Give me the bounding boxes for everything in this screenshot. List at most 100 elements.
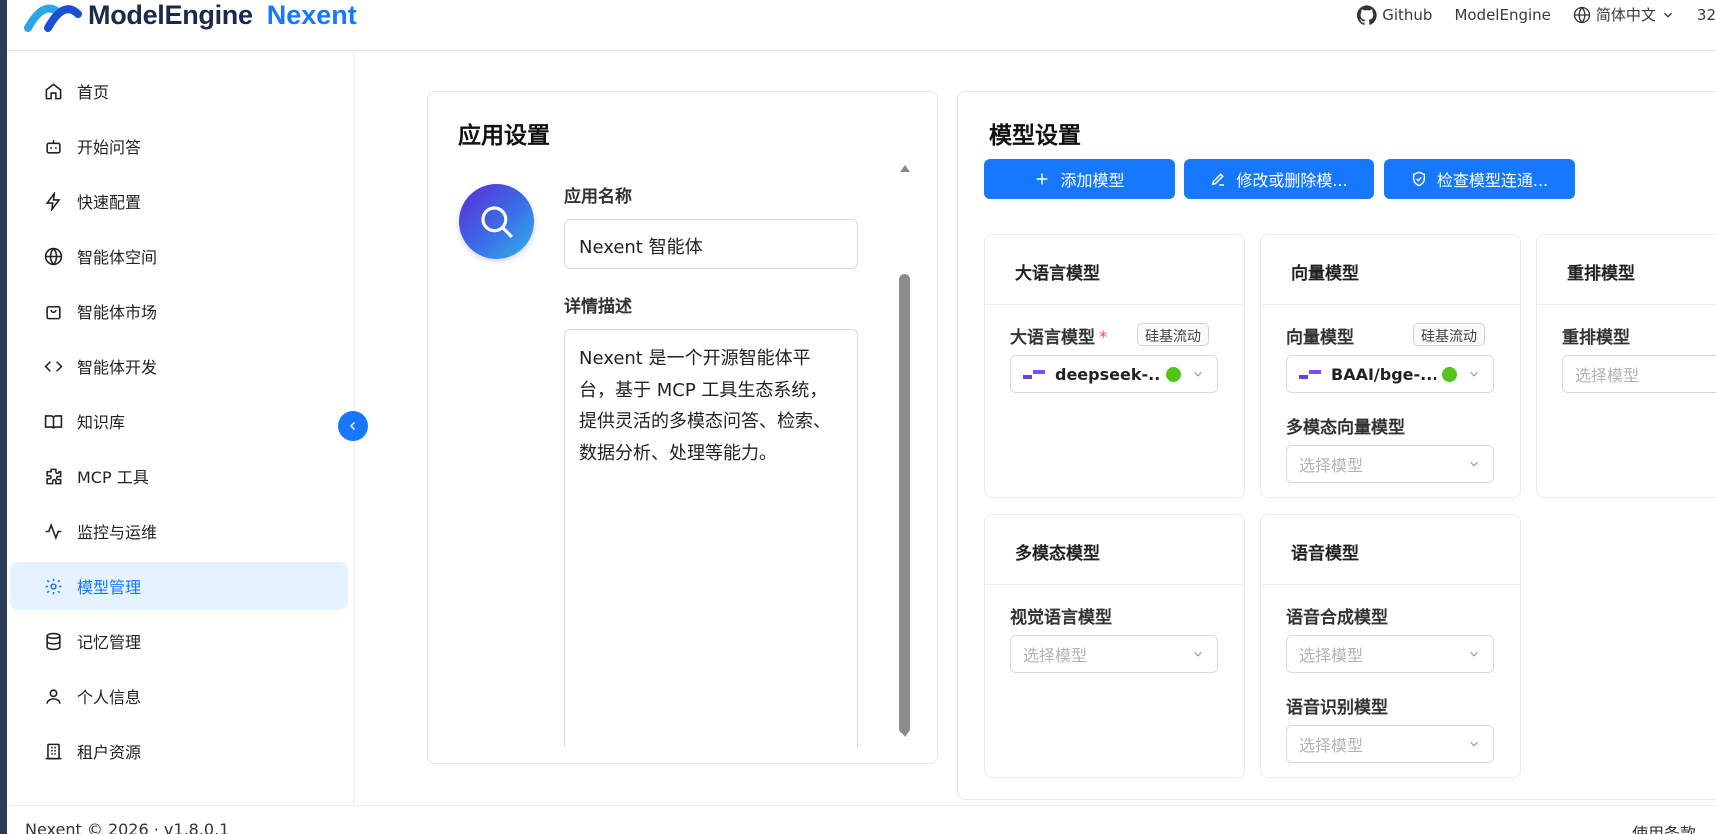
- globe-icon: [43, 246, 63, 266]
- bot-icon: [43, 136, 63, 156]
- chevron-down-icon: [1470, 651, 1478, 657]
- app-desc-textarea[interactable]: Nexent 是一个开源智能体平台，基于 MCP 工具生态系统，提供灵活的多模态…: [564, 329, 858, 747]
- scrollbar-thumb[interactable]: [899, 274, 910, 734]
- chevron-left-icon: [349, 421, 356, 431]
- check-connectivity-button[interactable]: 检查模型连通...: [1384, 159, 1575, 199]
- asr-model-label: 语音识别模型: [1286, 698, 1388, 718]
- multimodal-card: 多模态模型 视觉语言模型 选择模型: [984, 514, 1245, 778]
- embedding-card-title: 向量模型: [1261, 235, 1520, 305]
- sidebar-item-label: 智能体空间: [77, 248, 158, 267]
- edit-icon: [1212, 173, 1225, 186]
- provider-logo-icon: [1023, 370, 1045, 379]
- rerank-select[interactable]: 选择模型: [1562, 355, 1716, 393]
- sidebar: 首页 开始问答 快速配置 智能体空间 智能体市场 智能体开发 知识库 MCP 工…: [7, 51, 355, 805]
- embedding-provider-tag: 硅基流动: [1413, 323, 1485, 346]
- provider-logo-icon: [1299, 370, 1321, 379]
- github-label: Github: [1382, 5, 1433, 24]
- rerank-field-label: 重排模型: [1562, 328, 1630, 348]
- sidebar-item-label: 个人信息: [77, 688, 142, 707]
- sidebar-item-home[interactable]: 首页: [10, 67, 348, 115]
- edit-model-button[interactable]: 修改或删除模...: [1184, 159, 1374, 199]
- embedding-card: 向量模型 向量模型 硅基流动 BAAI/bge-... 多模态向量模型 选择模型: [1260, 234, 1521, 498]
- llm-selected-value: deepseek-...: [1055, 364, 1160, 384]
- database-icon: [43, 631, 63, 651]
- status-connected-icon: [1166, 366, 1181, 382]
- modelengine-logo-icon: [24, 4, 82, 32]
- add-model-button[interactable]: 添加模型: [984, 159, 1175, 199]
- footer: Nexent © 2026 · v1.8.0.1 使用条款: [7, 805, 1716, 834]
- app-avatar[interactable]: [459, 184, 534, 259]
- app-name-label: 应用名称: [564, 187, 632, 207]
- chevron-down-icon: [1470, 461, 1478, 467]
- rerank-card: 重排模型 重排模型 选择模型: [1536, 234, 1716, 498]
- vision-model-select[interactable]: 选择模型: [1010, 635, 1218, 673]
- sidebar-item-label: 智能体开发: [77, 358, 158, 377]
- github-link[interactable]: Github: [1357, 4, 1433, 25]
- scroll-up-arrow-icon[interactable]: [900, 165, 910, 172]
- user-menu[interactable]: 32: [1697, 6, 1716, 24]
- select-placeholder: 选择模型: [1299, 736, 1364, 755]
- scrollbar[interactable]: [897, 165, 911, 737]
- chevron-down-icon: [1663, 12, 1672, 18]
- language-label: 简体中文: [1595, 6, 1656, 24]
- sidebar-item-agent-market[interactable]: 智能体市场: [10, 287, 348, 335]
- sidebar-collapse-button[interactable]: [338, 411, 368, 441]
- voice-card: 语音模型 语音合成模型 选择模型 语音识别模型 选择模型: [1260, 514, 1521, 778]
- asr-model-select[interactable]: 选择模型: [1286, 725, 1494, 763]
- user-label: 32: [1696, 5, 1716, 24]
- product-name: Nexent: [266, 0, 357, 30]
- sidebar-item-memory[interactable]: 记忆管理: [10, 617, 348, 665]
- sidebar-item-quick-config[interactable]: 快速配置: [10, 177, 348, 225]
- chevron-down-icon: [1194, 371, 1202, 377]
- chevron-down-icon: [1470, 741, 1478, 747]
- status-connected-icon: [1442, 366, 1457, 382]
- embedding-select[interactable]: BAAI/bge-...: [1286, 355, 1494, 393]
- sidebar-item-label: 首页: [77, 83, 110, 102]
- search-icon: [480, 205, 513, 238]
- sidebar-item-mcp-tools[interactable]: MCP 工具: [10, 452, 348, 500]
- sidebar-item-knowledge[interactable]: 知识库: [10, 397, 348, 445]
- sidebar-item-label: 租户资源: [77, 743, 142, 762]
- globe-icon: [1573, 6, 1591, 23]
- sidebar-item-chat[interactable]: 开始问答: [10, 122, 348, 170]
- sidebar-item-agent-dev[interactable]: 智能体开发: [10, 342, 348, 390]
- scroll-down-arrow-icon[interactable]: [900, 730, 910, 737]
- app-settings-panel: 应用设置 应用名称 Nexent 智能体 详情描述 Nexent 是一个开源智能…: [427, 91, 938, 764]
- plus-icon: [1037, 173, 1048, 185]
- header-links: Github ModelEngine 简体中文 32: [1335, 4, 1716, 25]
- required-mark: *: [1099, 328, 1108, 348]
- llm-card: 大语言模型 大语言模型 * 硅基流动 deepseek-...: [984, 234, 1245, 498]
- terms-link[interactable]: 使用条款: [1632, 820, 1696, 834]
- modelengine-link[interactable]: ModelEngine: [1454, 6, 1550, 24]
- llm-field-label: 大语言模型 *: [1010, 323, 1108, 348]
- sidebar-item-model-management[interactable]: 模型管理: [10, 562, 348, 610]
- model-settings-panel: 模型设置 添加模型 修改或删除模... 检查模型连通... 大语言模型 大语言模…: [957, 91, 1716, 800]
- select-placeholder: 选择模型: [1299, 646, 1364, 665]
- sidebar-item-profile[interactable]: 个人信息: [10, 672, 348, 720]
- chevron-down-icon: [1470, 371, 1478, 377]
- puzzle-icon: [43, 466, 63, 486]
- select-placeholder: 选择模型: [1023, 646, 1088, 665]
- sidebar-item-label: 快速配置: [77, 193, 142, 212]
- shopping-bag-icon: [43, 301, 63, 321]
- multimodal-card-title: 多模态模型: [985, 515, 1244, 585]
- modelengine-label: ModelEngine: [1454, 5, 1551, 24]
- logo[interactable]: ModelEngine Nexent: [24, 0, 357, 32]
- sidebar-item-monitoring[interactable]: 监控与运维: [10, 507, 348, 555]
- llm-select[interactable]: deepseek-...: [1010, 355, 1218, 393]
- app-name-input[interactable]: Nexent 智能体: [564, 219, 858, 269]
- building-icon: [43, 741, 63, 761]
- zap-icon: [43, 191, 63, 211]
- sidebar-item-tenant[interactable]: 租户资源: [10, 727, 348, 775]
- sidebar-item-label: 知识库: [77, 413, 126, 432]
- sidebar-item-label: 开始问答: [77, 138, 142, 157]
- embedding-field-label: 向量模型: [1286, 328, 1354, 348]
- app-settings-title: 应用设置: [458, 123, 550, 149]
- sidebar-item-agent-space[interactable]: 智能体空间: [10, 232, 348, 280]
- tts-model-select[interactable]: 选择模型: [1286, 635, 1494, 673]
- top-header: ModelEngine Nexent Github ModelEngine 简体…: [7, 0, 1716, 51]
- language-selector[interactable]: 简体中文: [1573, 4, 1675, 25]
- multimodal-embedding-select[interactable]: 选择模型: [1286, 445, 1494, 483]
- sidebar-item-label: 模型管理: [77, 578, 142, 597]
- llm-provider-tag: 硅基流动: [1137, 323, 1209, 346]
